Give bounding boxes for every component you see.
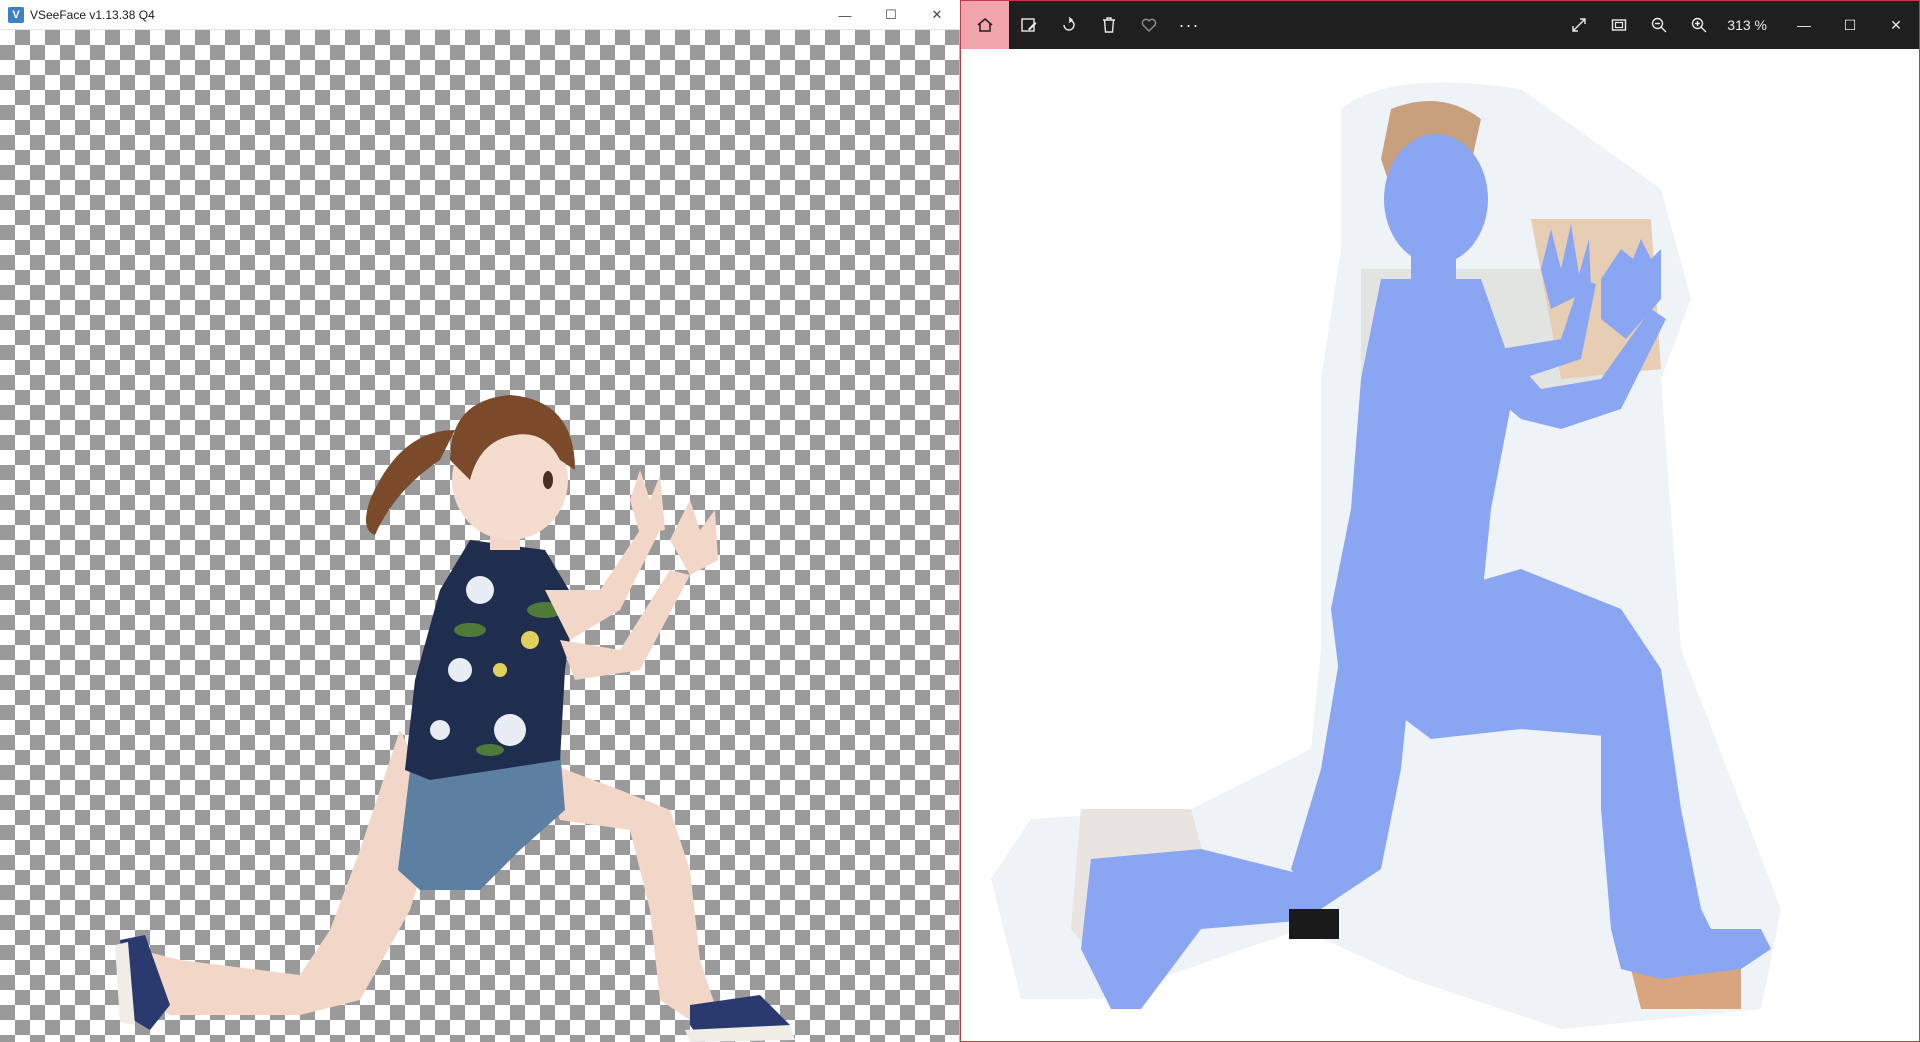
person-shoe [1289,909,1339,939]
close-button[interactable]: ✕ [914,0,960,30]
zoom-out-icon [1652,17,1667,33]
zoom-level[interactable]: 313 % [1719,17,1781,33]
zoom-out-button[interactable] [1639,1,1679,49]
fullscreen-button[interactable] [1559,1,1599,49]
more-options-button[interactable]: ··· [1169,1,1209,49]
delete-button[interactable] [1089,1,1129,49]
home-button[interactable] [961,1,1009,49]
back-leg [130,730,440,1015]
delete-icon [1103,17,1115,33]
close-button[interactable]: ✕ [1873,1,1919,49]
zoom-in-icon [1692,17,1707,33]
pose-mesh-image [991,82,1781,1030]
avatar-viewport[interactable] [0,30,959,1042]
minimize-button[interactable]: — [822,0,868,30]
more-options-icon: ··· [1178,14,1200,35]
fit-window-icon [1612,19,1627,31]
favorite-icon [1141,18,1157,32]
maximize-button[interactable]: ☐ [1827,1,1873,49]
favorite-button[interactable] [1129,1,1169,49]
rotate-icon [1063,16,1075,31]
photos-window: ··· 313 % — ☐ ✕ [960,0,1920,1042]
maximize-button[interactable]: ☐ [868,0,914,30]
vseeface-window: V VSeeFace v1.13.38 Q4 — ☐ ✕ [0,0,960,1042]
ponytail [366,430,455,535]
app-icon: V [8,6,24,23]
minimize-button[interactable]: — [1781,1,1827,49]
eye [543,471,553,489]
photos-toolbar: ··· 313 % — ☐ ✕ [961,1,1919,49]
hand-left [630,470,665,535]
photo-canvas[interactable] [961,49,1919,1041]
anime-avatar [115,395,795,1042]
fit-window-button[interactable] [1599,1,1639,49]
rotate-button[interactable] [1049,1,1089,49]
home-icon [977,18,993,32]
zoom-in-button[interactable] [1679,1,1719,49]
hand-right [670,500,718,575]
edit-image-icon [1021,18,1037,32]
front-leg [540,760,715,1020]
edit-image-button[interactable] [1009,1,1049,49]
window-title: VSeeFace v1.13.38 Q4 [30,7,155,22]
title-bar[interactable]: V VSeeFace v1.13.38 Q4 — ☐ ✕ [0,0,960,30]
fullscreen-icon [1572,18,1586,32]
